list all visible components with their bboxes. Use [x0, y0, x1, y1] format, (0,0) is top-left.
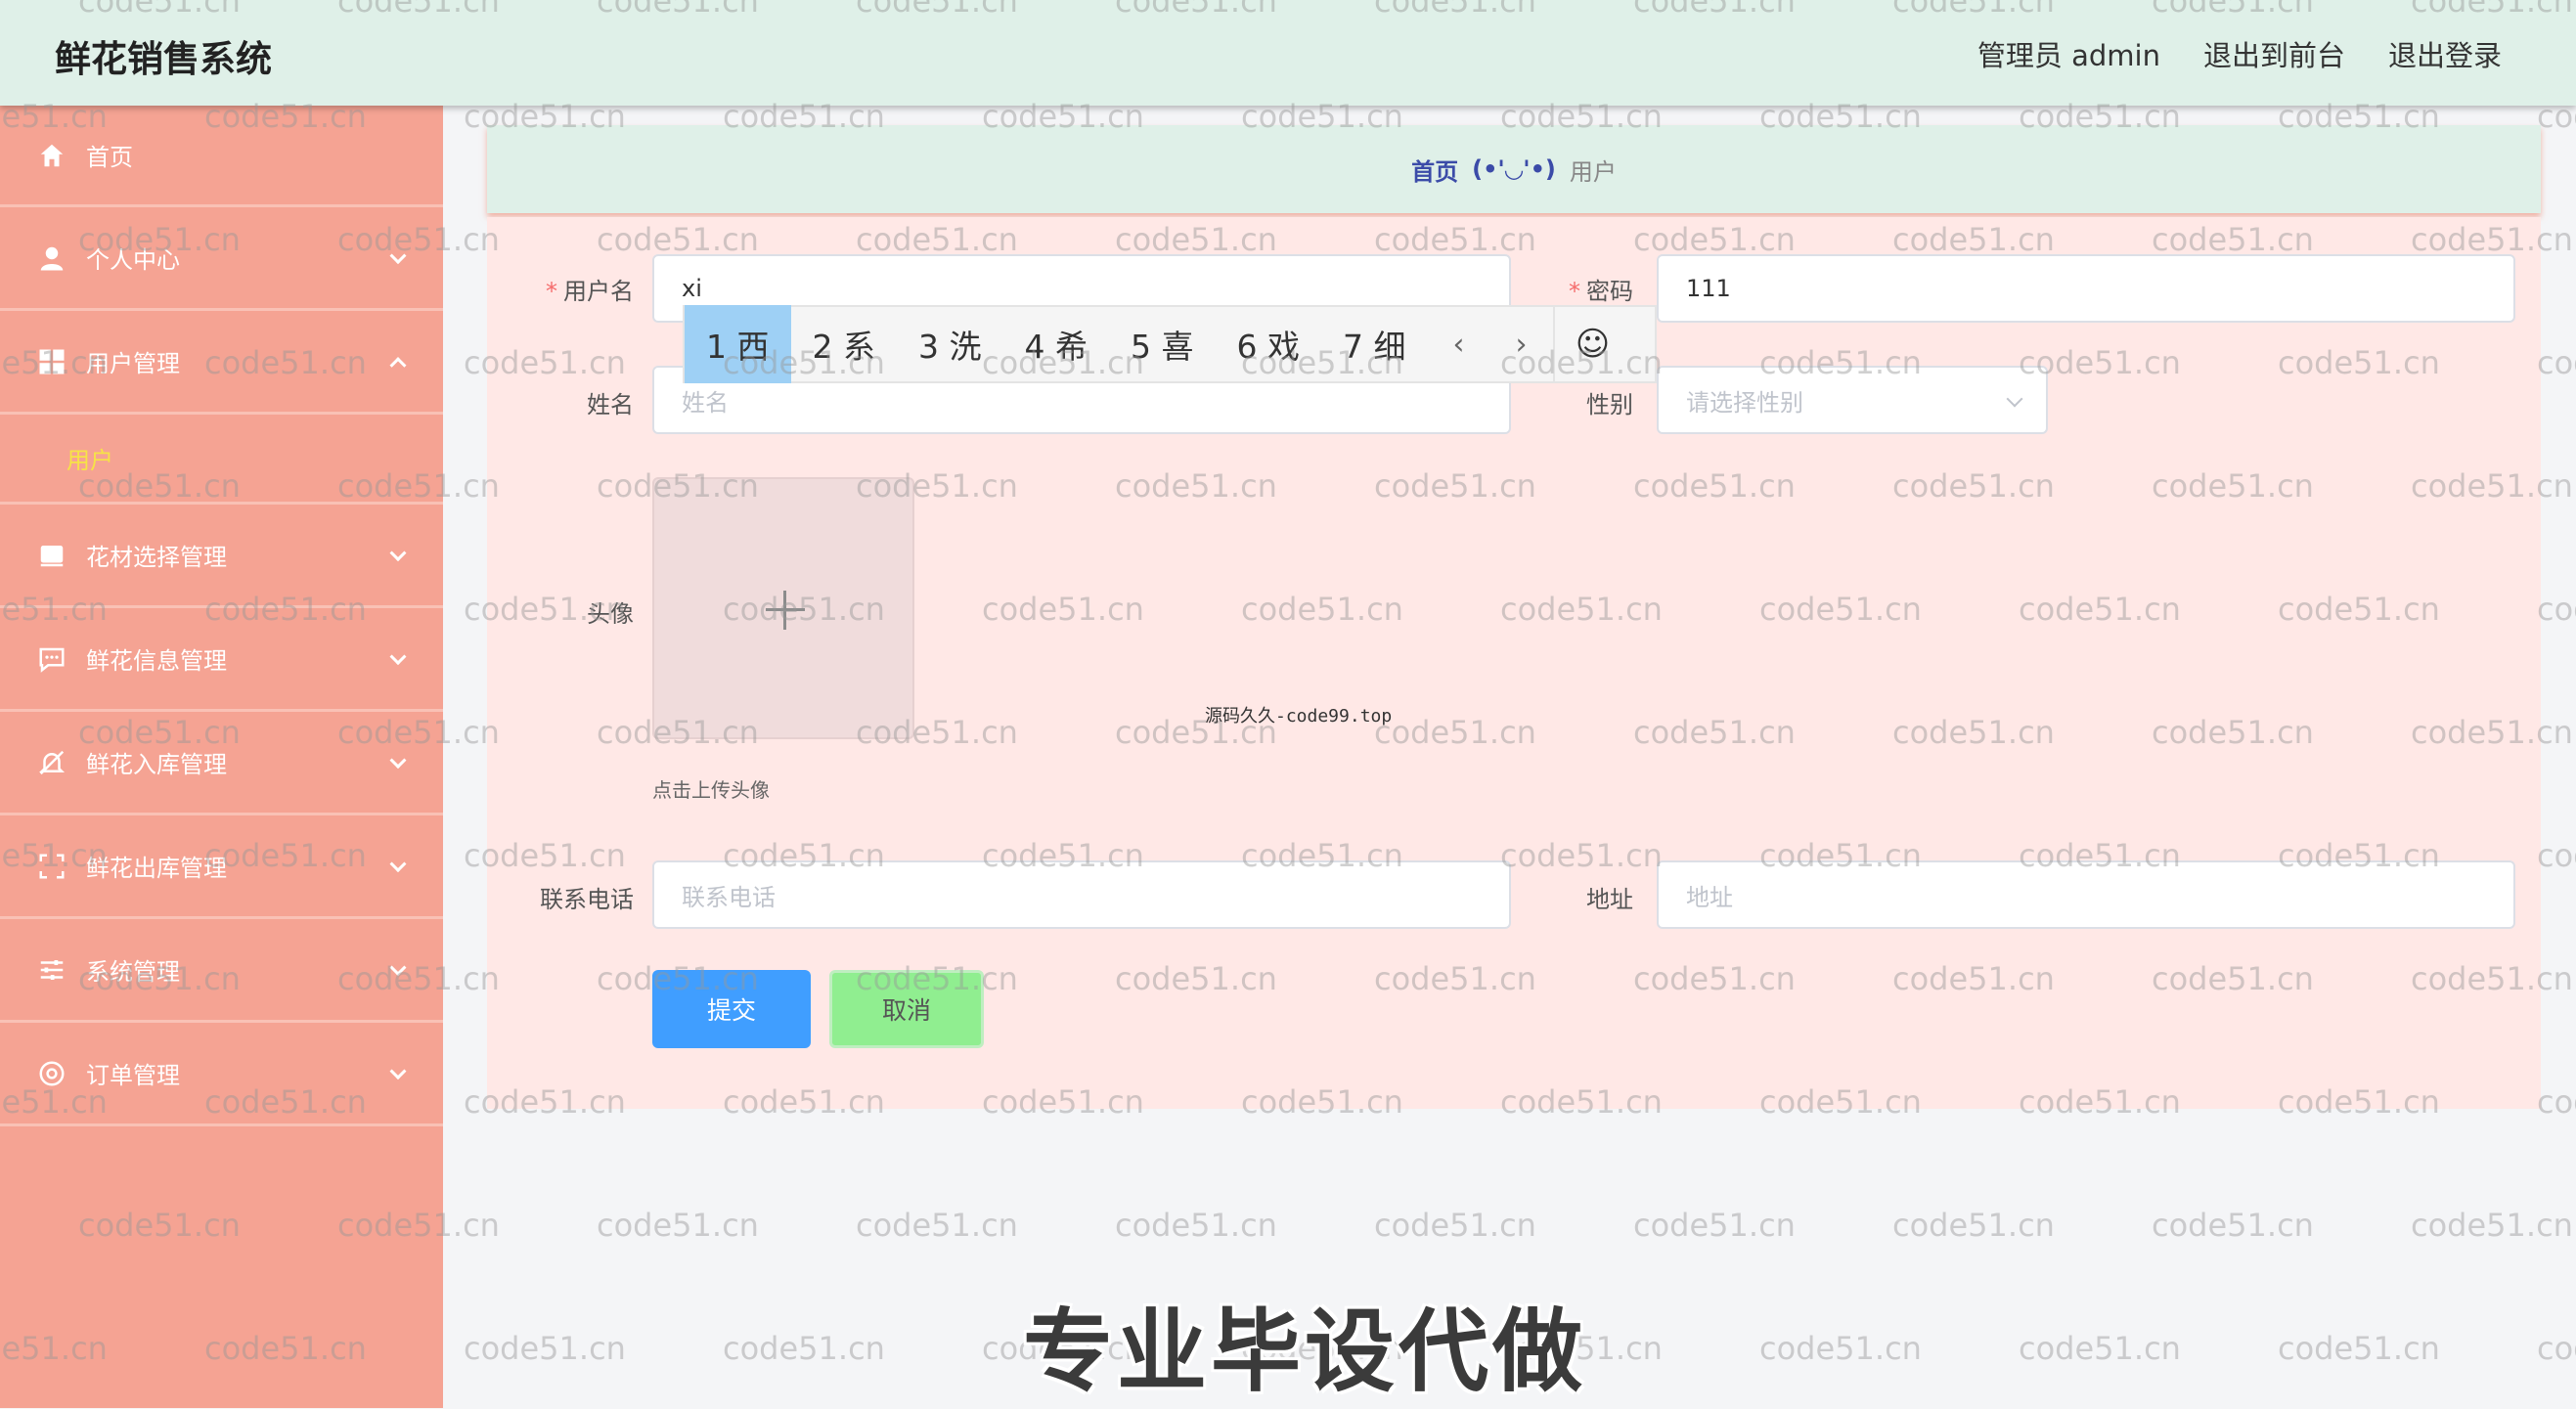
sidebar-item-system[interactable]: 系统管理	[0, 919, 443, 1023]
watermark-text: code51.cn	[2537, 1083, 2576, 1121]
username-label: * 用户名	[546, 278, 634, 305]
password-input[interactable]: 111	[1657, 254, 2515, 323]
watermark-text: code51.cn	[1633, 1207, 1796, 1244]
cancel-button[interactable]: 取消	[829, 970, 984, 1048]
ime-candidate[interactable]: 1 西	[685, 305, 791, 383]
at-icon	[39, 1061, 65, 1085]
sidebar-item-label: 鲜花入库管理	[86, 751, 227, 778]
watermark-text: code51.cn	[2537, 344, 2576, 381]
watermark-text: code51.cn	[2152, 1207, 2314, 1244]
chevron-down-icon	[2006, 390, 2023, 408]
watermark-text: code51.cn	[2537, 591, 2576, 628]
watermark-text: code51.cn	[1115, 1207, 1277, 1244]
promo-banner: 专业毕设代做	[1023, 1299, 1587, 1404]
breadcrumb-separator: (•'◡'•)	[1472, 155, 1556, 183]
ime-candidate[interactable]: 4 希	[1003, 305, 1110, 383]
breadcrumb-current: 用户	[1569, 157, 1617, 186]
watermark-text: code51.cn	[2537, 1330, 2576, 1367]
password-label: * 密码	[1569, 278, 1633, 305]
watermark-text: code51.cn	[856, 1207, 1018, 1244]
watermark-text: code51.cn	[1374, 1207, 1536, 1244]
sidebar-item-flower-material[interactable]: 花材选择管理	[0, 505, 443, 608]
breadcrumb-home[interactable]: 首页	[1411, 153, 1458, 187]
submit-button[interactable]: 提交	[652, 970, 811, 1048]
sidebar-item-label: 订单管理	[86, 1062, 180, 1089]
sidebar-item-label: 花材选择管理	[86, 544, 227, 571]
watermark-text: code51.cn	[2537, 837, 2576, 874]
chevron-down-icon	[389, 751, 407, 769]
home-icon	[40, 144, 64, 166]
watermark-text: code51.cn	[2019, 1330, 2181, 1367]
emoji-icon[interactable]: ☺	[1552, 305, 1631, 383]
sidebar-item-label: 个人中心	[86, 246, 180, 274]
chevron-left-icon[interactable]: ‹	[1428, 305, 1490, 383]
chat-icon	[39, 647, 65, 673]
watermark-text: code51.cn	[1892, 1207, 2055, 1244]
app-title: 鲜花销售系统	[55, 38, 272, 80]
sidebar-subitem-user[interactable]: 用户	[0, 415, 443, 505]
chevron-down-icon	[389, 958, 407, 976]
address-input[interactable]: 地址	[1657, 860, 2515, 929]
name-label: 姓名	[587, 391, 634, 418]
chevron-down-icon	[389, 855, 407, 872]
sidebar-item-personal-center[interactable]: 个人中心	[0, 207, 443, 311]
top-bar: 鲜花销售系统 管理员 admin 退出到前台 退出登录	[0, 0, 2576, 106]
center-note: 源码久久-code99.top	[1205, 706, 1393, 727]
watermark-text: code51.cn	[2278, 1330, 2440, 1367]
top-actions: 管理员 admin 退出到前台 退出登录	[1977, 33, 2502, 74]
gender-select[interactable]: 请选择性别	[1657, 366, 2048, 434]
chevron-right-icon[interactable]: ›	[1490, 305, 1553, 383]
upload-tip: 点击上传头像	[652, 778, 770, 802]
ime-candidate[interactable]: 7 细	[1321, 305, 1428, 383]
phone-input[interactable]: 联系电话	[652, 860, 1511, 929]
avatar-label: 头像	[587, 600, 634, 628]
sidebar-item-label: 系统管理	[86, 958, 180, 986]
watermark-text: code51.cn	[597, 1207, 759, 1244]
breadcrumb: 首页 (•'◡'•) 用户	[487, 125, 2541, 213]
watermark-text: code51.cn	[723, 1330, 885, 1367]
sidebar: 首页 个人中心 用户管理 用户 花材选择管理 鲜花信息管理 鲜花入库管理 鲜花出…	[0, 106, 443, 1408]
phone-label: 联系电话	[540, 886, 634, 913]
admin-label: 管理员 admin	[1976, 39, 2160, 72]
bell-off-icon	[38, 750, 66, 774]
watermark-text: code51.cn	[1759, 1330, 1922, 1367]
expand-icon	[39, 854, 65, 878]
sliders-icon	[40, 959, 64, 980]
back-to-front-link[interactable]: 退出到前台	[2203, 33, 2345, 74]
grid-icon	[39, 349, 65, 374]
chevron-down-icon	[389, 647, 407, 665]
sidebar-item-label: 鲜花出库管理	[86, 855, 227, 882]
chevron-down-icon	[389, 1062, 407, 1079]
gender-label: 性别	[1586, 391, 1633, 418]
chevron-down-icon	[389, 246, 407, 264]
box-icon	[40, 545, 64, 566]
ime-candidate-bar: 1 西 2 系 3 洗 4 希 5 喜 6 戏 7 细 ‹ › ☺	[683, 305, 1657, 383]
ime-candidate[interactable]: 2 系	[791, 305, 898, 383]
logout-link[interactable]: 退出登录	[2388, 33, 2502, 74]
watermark-text: code51.cn	[464, 1330, 626, 1367]
address-label: 地址	[1586, 886, 1633, 913]
sidebar-item-flower-inbound[interactable]: 鲜花入库管理	[0, 712, 443, 815]
chevron-up-icon	[389, 356, 407, 374]
ime-candidate[interactable]: 5 喜	[1109, 305, 1216, 383]
sidebar-item-label: 用户管理	[86, 350, 180, 377]
chevron-down-icon	[389, 544, 407, 561]
person-icon	[40, 246, 64, 270]
sidebar-item-user-management[interactable]: 用户管理	[0, 311, 443, 415]
sidebar-item-flower-info[interactable]: 鲜花信息管理	[0, 608, 443, 712]
watermark-text: code51.cn	[2411, 1207, 2573, 1244]
sidebar-item-orders[interactable]: 订单管理	[0, 1023, 443, 1126]
avatar-uploader[interactable]	[652, 477, 914, 739]
sidebar-item-label: 首页	[86, 144, 133, 171]
sidebar-item-label: 鲜花信息管理	[86, 647, 227, 675]
ime-candidate[interactable]: 3 洗	[897, 305, 1003, 383]
sidebar-item-flower-outbound[interactable]: 鲜花出库管理	[0, 815, 443, 919]
ime-candidate[interactable]: 6 戏	[1216, 305, 1322, 383]
sidebar-item-home[interactable]: 首页	[0, 106, 443, 207]
